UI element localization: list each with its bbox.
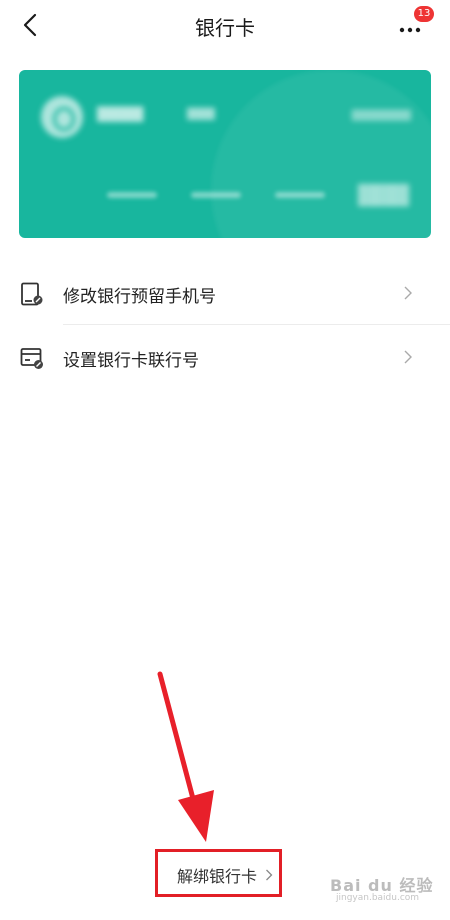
divider [63,324,450,325]
card-number-tail-blurred: ▇▇▇ [358,182,409,207]
card-type-blurred: ▇▇▇ [187,106,215,120]
chevron-right-icon [404,286,412,300]
menu-item-bank-code[interactable]: 设置银行卡联行号 [0,326,450,390]
bank-name-blurred: ▇▇▇▇ [97,104,144,122]
chevron-right-icon [266,869,273,881]
phone-card-edit-icon [21,282,43,306]
page-title: 银行卡 [195,16,255,40]
bank-card[interactable]: ▇▇▇▇ ▇▇▇ ▇▇▇▇▇▇▇ ▇▇▇ [19,70,431,238]
menu-item-edit-phone[interactable]: 修改银行预留手机号 [0,262,450,326]
card-number-mask [191,192,241,198]
unbind-label: 解绑银行卡 [177,867,258,886]
card-tag-blurred: ▇▇▇▇▇▇▇ [351,108,411,121]
card-number-mask [107,192,157,198]
baidu-watermark-url: jingyan.baidu.com [336,893,420,903]
card-watermark [211,70,431,238]
menu-label: 设置银行卡联行号 [63,351,199,371]
notification-badge: 13 [414,6,434,22]
unbind-card-button[interactable]: 解绑银行卡 [155,849,282,897]
card-settings-icon [20,348,43,369]
card-number-mask [275,192,325,198]
bank-logo-icon [41,96,83,138]
menu-label: 修改银行预留手机号 [63,287,216,307]
annotation-arrow-icon [157,671,214,842]
nav-bar: 银行卡 13 [0,0,450,52]
chevron-right-icon [404,350,412,364]
